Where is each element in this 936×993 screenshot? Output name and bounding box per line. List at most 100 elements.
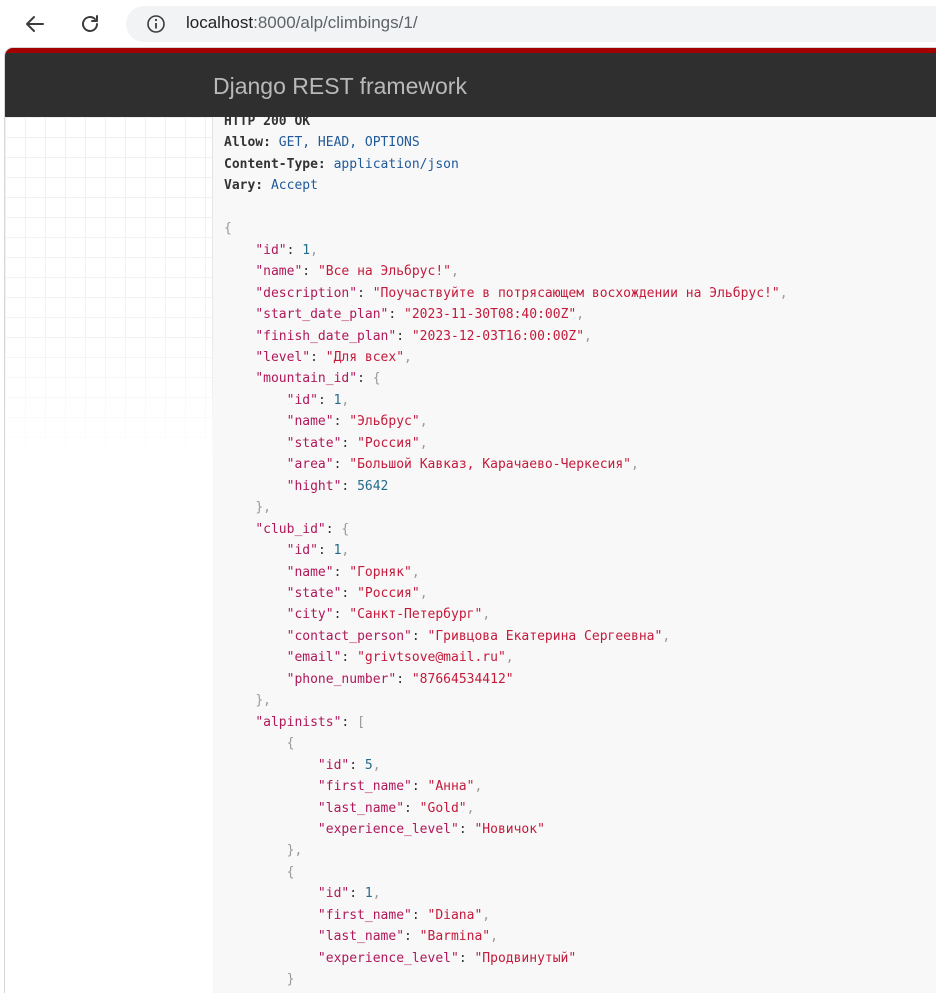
sidebar-fade [5,117,213,993]
json-punctuation: , [294,843,303,859]
json-key: "name" [286,564,334,580]
json-key: "first_name" [317,907,412,923]
response-panel: HTTP 200 OK Allow: GET, HEAD, OPTIONS Co… [213,117,936,993]
json-punctuation: , [372,757,381,773]
json-punctuation: , [576,307,585,323]
json-punctuation: , [482,607,491,623]
json-punctuation: , [584,328,592,344]
json-string: "grivtsove@mail.ru" [357,650,506,666]
json-key: "first_name" [317,779,412,795]
json-key: "hight" [286,478,342,494]
json-punctuation: , [505,650,514,666]
url-host: localhost [186,13,254,32]
json-punctuation: { [286,736,295,752]
json-punctuation: { [372,371,381,387]
json-key: "id" [255,242,287,258]
json-string: "Поучаствуйте в потрясающем восхождении … [372,285,780,301]
json-punctuation: , [779,285,788,301]
json-key: "finish_date_plan" [255,328,397,344]
json-punctuation: } [255,693,264,709]
brand-link[interactable]: Django REST framework [213,73,467,100]
json-number: 5642 [357,478,389,494]
json-string: "Гривцова Екатерина Сергеевна" [427,628,663,644]
browser-toolbar: localhost:8000/alp/climbings/1/ [0,0,936,48]
header-value: application/json [333,156,459,172]
info-icon[interactable] [146,14,166,34]
json-key: "phone_number" [286,671,397,687]
json-punctuation: [ [357,714,365,730]
json-string: "Продвинутый" [474,950,577,966]
json-punctuation: } [286,972,295,988]
json-key: "id" [286,392,318,408]
json-punctuation: , [310,242,318,258]
json-string: "Diana" [427,907,483,923]
response-body: HTTP 200 OK Allow: GET, HEAD, OPTIONS Co… [224,117,788,993]
json-string: "Все на Эльбрус!" [317,264,451,280]
json-key: "description" [255,285,358,301]
url-path: :8000/alp/climbings/1/ [253,13,418,32]
json-punctuation: , [631,457,639,473]
json-string: "Новичок" [474,821,545,837]
json-string: "Россия" [357,435,420,451]
json-key: "start_date_plan" [255,307,389,323]
json-punctuation: , [482,907,491,923]
json-punctuation: , [662,628,671,644]
status-line: HTTP 200 OK [224,117,311,129]
json-punctuation: { [286,864,295,880]
back-arrow-icon [26,16,44,32]
json-string: "Горняк" [349,564,412,580]
json-key: "experience_level" [317,821,459,837]
json-string: "Эльбрус" [349,414,420,430]
reload-icon [82,15,98,32]
page-viewport: Django REST framework HTTP 200 OK Allow:… [5,48,936,993]
json-punctuation: { [224,221,232,237]
json-number: 5 [364,757,373,773]
json-key: "alpinists" [255,714,342,730]
json-string: "87664534412" [411,671,514,687]
json-key: "id" [317,886,350,902]
header-name: Content-Type: [224,156,326,172]
header-name: Vary: [224,178,264,194]
json-key: "name" [255,264,303,280]
back-button[interactable] [19,8,51,40]
json-key: "id" [317,757,350,773]
json-punctuation: , [451,264,459,280]
json-key: "email" [286,650,342,666]
json-string: "Россия" [357,585,420,601]
json-punctuation: , [263,693,271,709]
json-key: "state" [286,585,342,601]
json-punctuation: { [341,521,350,537]
json-punctuation: , [263,500,271,516]
json-key: "state" [286,435,342,451]
json-key: "club_id" [255,521,326,537]
address-bar[interactable]: localhost:8000/alp/climbings/1/ [126,6,936,42]
json-punctuation: , [341,392,350,408]
json-punctuation: , [419,435,428,451]
header-value: Accept [270,178,318,194]
json-key: "last_name" [317,800,405,816]
header-value: GET, HEAD, OPTIONS [278,135,420,151]
reload-button[interactable] [74,8,106,40]
json-punctuation: , [372,886,381,902]
json-key: "city" [286,607,334,623]
json-string: "Gold" [419,800,467,816]
json-key: "area" [286,457,334,473]
json-key: "id" [286,543,318,559]
json-string: "Анна" [427,779,475,795]
json-string: "Barmina" [419,929,491,945]
url-text[interactable]: localhost:8000/alp/climbings/1/ [186,13,418,33]
navbar: Django REST framework [5,48,936,117]
json-number: 1 [364,886,373,902]
json-punctuation: , [490,929,498,945]
json-punctuation: } [255,500,264,516]
json-string: "Для всех" [325,349,405,365]
json-key: "experience_level" [317,950,459,966]
json-string: "Большой Кавказ, Карачаево-Черкесия" [349,457,632,473]
json-punctuation: , [474,779,483,795]
json-string: "2023-11-30T08:40:00Z" [404,307,577,323]
json-punctuation: , [419,585,428,601]
json-punctuation: , [419,414,428,430]
json-punctuation: , [341,543,350,559]
json-key: "name" [286,414,334,430]
json-punctuation: , [404,349,412,365]
